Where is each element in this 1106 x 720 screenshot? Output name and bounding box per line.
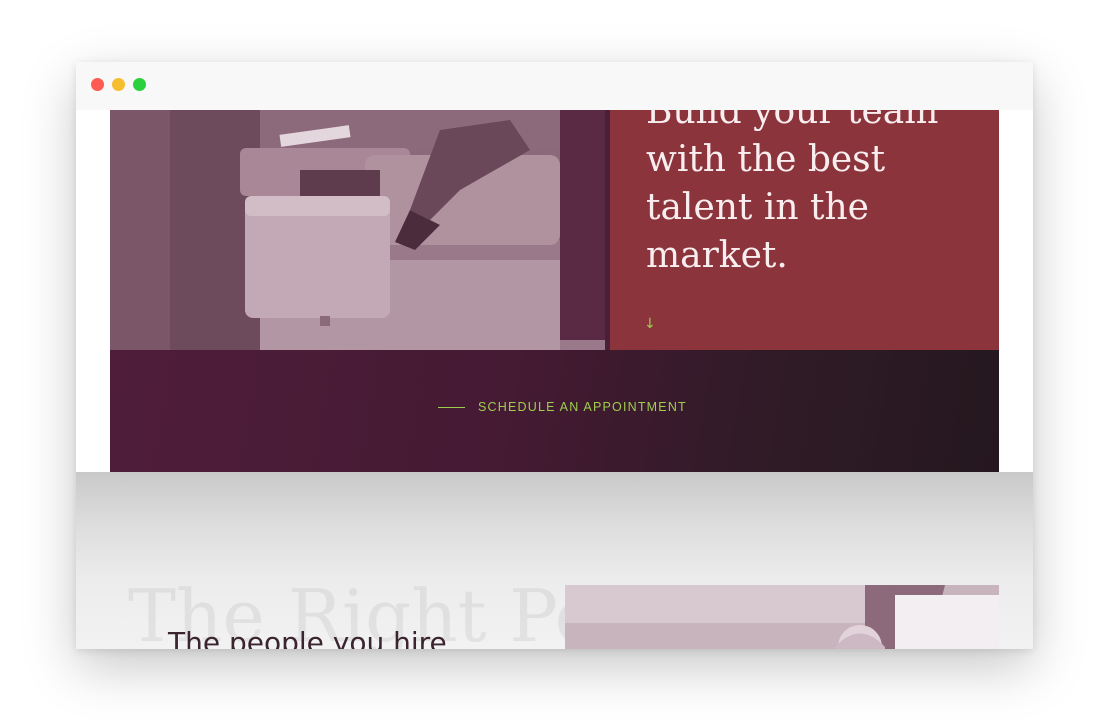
section-photo — [565, 585, 999, 649]
schedule-appointment-link[interactable]: SCHEDULE AN APPOINTMENT — [478, 400, 687, 414]
arrow-down-icon[interactable]: ↓ — [644, 316, 656, 332]
maximize-window-button[interactable] — [133, 78, 146, 91]
minimize-window-button[interactable] — [112, 78, 125, 91]
section-heading: The people you hire — [168, 626, 447, 649]
window-titlebar — [76, 62, 1033, 110]
person-photo-illustration — [565, 585, 999, 649]
browser-window: Build your team with the best talent in … — [76, 62, 1033, 649]
office-lounge-illustration — [110, 110, 610, 350]
hero-text-panel: Build your team with the best talent in … — [610, 110, 999, 350]
cta-decorative-line — [438, 407, 465, 408]
right-people-section: The Right Pe The people you hire — [76, 472, 1033, 649]
hero-office-photo — [110, 110, 610, 350]
hero-section: Build your team with the best talent in … — [110, 110, 999, 350]
hero-heading: Build your team with the best talent in … — [646, 110, 939, 276]
page-viewport[interactable]: Build your team with the best talent in … — [76, 110, 1033, 649]
close-window-button[interactable] — [91, 78, 104, 91]
appointment-band: SCHEDULE AN APPOINTMENT — [110, 350, 999, 472]
